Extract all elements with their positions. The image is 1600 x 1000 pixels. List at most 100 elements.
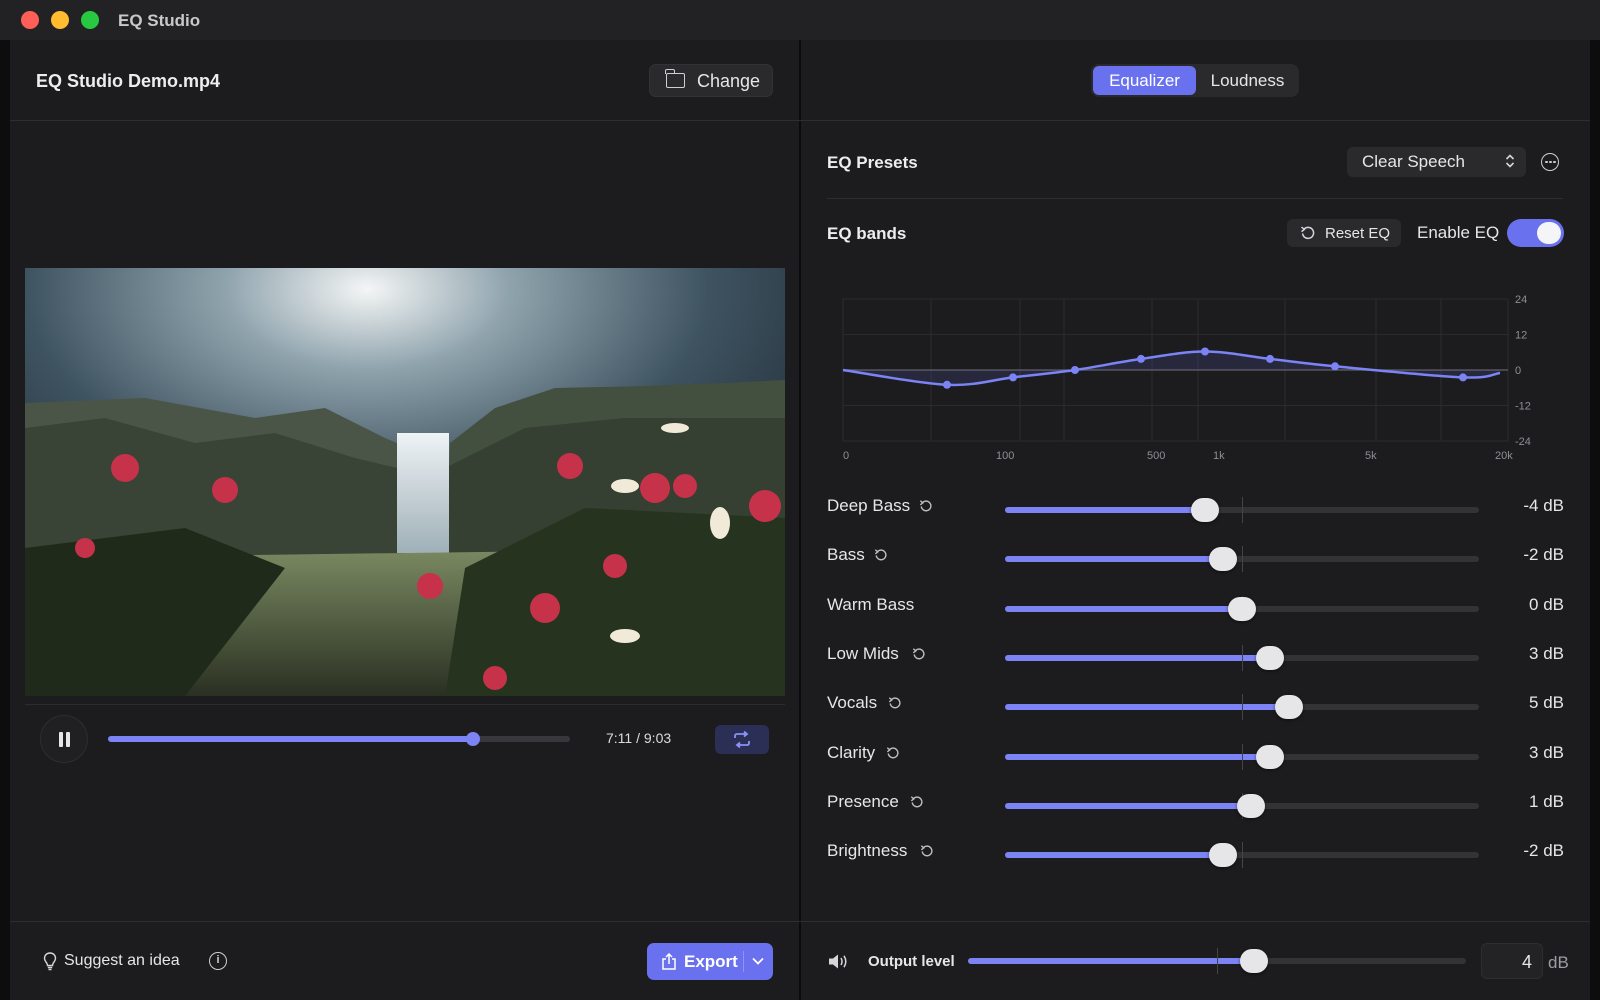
graph-x-tick: 5k — [1365, 450, 1377, 462]
output-level-center — [1217, 948, 1218, 974]
band-slider-center — [1242, 694, 1243, 720]
band-slider-knob[interactable] — [1237, 794, 1266, 818]
graph-y-tick: 12 — [1515, 330, 1527, 342]
band-slider[interactable] — [1005, 596, 1479, 622]
output-level-slider[interactable] — [968, 948, 1466, 974]
graph-x-tick: 1k — [1213, 450, 1225, 462]
band-label: Vocals — [827, 693, 878, 712]
band-label: Warm Bass — [827, 595, 915, 614]
eq-band-point — [1459, 373, 1467, 382]
output-level-fill — [968, 958, 1255, 964]
progress-fill — [108, 736, 473, 742]
band-label: Presence — [827, 792, 899, 811]
band-slider-knob[interactable] — [1209, 843, 1238, 867]
band-value: 0 dB — [1529, 595, 1564, 614]
band-slider-knob[interactable] — [1209, 547, 1238, 571]
reset-icon — [1301, 226, 1315, 240]
band-slider-knob[interactable] — [1274, 695, 1303, 719]
export-button[interactable]: Export — [647, 943, 773, 980]
band-slider-fill — [1005, 507, 1205, 513]
graph-x-tick: 500 — [1147, 450, 1165, 462]
band-slider-fill — [1005, 754, 1270, 760]
band-slider-knob[interactable] — [1190, 498, 1219, 522]
band-slider[interactable] — [1005, 744, 1479, 770]
band-reset-icon[interactable] — [910, 795, 924, 814]
more-icon[interactable] — [1541, 153, 1559, 171]
band-slider[interactable] — [1005, 645, 1479, 671]
preset-select[interactable]: Clear Speech — [1347, 147, 1526, 177]
output-level-field[interactable]: 4 — [1481, 943, 1543, 979]
band-reset-icon[interactable] — [919, 499, 933, 518]
time-display: 7:11 / 9:03 — [606, 730, 671, 746]
band-slider-fill — [1005, 606, 1242, 612]
progress-knob[interactable] — [465, 732, 480, 746]
eq-band-point — [943, 380, 951, 389]
eq-band-point — [1331, 362, 1339, 371]
pause-button[interactable] — [40, 715, 88, 763]
band-reset-icon[interactable] — [886, 746, 900, 765]
export-icon — [662, 953, 676, 970]
band-label: Bass — [827, 545, 865, 564]
video-frame — [25, 268, 785, 696]
divider — [827, 198, 1563, 199]
band-label: Clarity — [827, 743, 876, 762]
tab-equalizer[interactable]: Equalizer — [1093, 66, 1196, 95]
chevron-down-icon[interactable] — [751, 954, 765, 968]
band-value: 3 dB — [1529, 644, 1564, 663]
band-reset-icon[interactable] — [888, 696, 902, 715]
band-slider-center — [1242, 744, 1243, 770]
band-slider-center — [1242, 842, 1243, 868]
close-window-button[interactable] — [21, 11, 39, 29]
band-slider-fill — [1005, 704, 1289, 710]
band-reset-icon[interactable] — [912, 647, 926, 666]
band-slider-knob[interactable] — [1228, 597, 1256, 621]
band-slider-knob[interactable] — [1255, 745, 1284, 769]
output-level-value: 4 — [1521, 952, 1532, 972]
time-current: 7:11 — [606, 730, 633, 746]
change-file-label: Change — [697, 71, 761, 91]
lightbulb-icon — [43, 952, 57, 971]
eq-presets-title: EQ Presets — [827, 153, 918, 172]
band-reset-icon[interactable] — [920, 844, 934, 863]
eq-curve-graph[interactable]: 24 12 0 -12 -24 0 100 500 1k 5k 20k — [835, 290, 1535, 470]
enable-eq-toggle[interactable] — [1507, 219, 1564, 247]
band-value: -4 dB — [1523, 496, 1564, 515]
band-value: 3 dB — [1529, 743, 1564, 762]
band-label: Brightness — [827, 841, 908, 860]
graph-y-tick: 0 — [1515, 365, 1521, 377]
time-total: 9:03 — [643, 730, 672, 746]
band-slider[interactable] — [1005, 793, 1479, 819]
output-level-knob[interactable] — [1240, 949, 1269, 973]
preset-selected-value: Clear Speech — [1362, 152, 1466, 171]
pane-divider[interactable] — [799, 40, 801, 1000]
band-slider[interactable] — [1005, 694, 1479, 720]
graph-y-tick: -24 — [1515, 436, 1531, 448]
band-slider[interactable] — [1005, 497, 1479, 523]
change-file-button[interactable]: Change — [649, 64, 773, 97]
enable-eq-label: Enable EQ — [1417, 223, 1500, 242]
output-level-label: Output level — [868, 953, 955, 970]
band-reset-icon[interactable] — [874, 548, 888, 567]
time-separator: / — [636, 730, 640, 746]
loop-icon — [734, 731, 750, 748]
band-label: Deep Bass — [827, 496, 911, 515]
tab-loudness[interactable]: Loudness — [1198, 66, 1297, 95]
minimize-window-button[interactable] — [51, 11, 69, 29]
band-slider[interactable] — [1005, 546, 1479, 572]
info-icon[interactable]: i — [209, 952, 227, 970]
band-slider-fill — [1005, 852, 1224, 858]
band-slider[interactable] — [1005, 842, 1479, 868]
reset-eq-button[interactable]: Reset EQ — [1287, 219, 1401, 247]
maximize-window-button[interactable] — [81, 11, 99, 29]
output-level-unit: dB — [1548, 953, 1569, 972]
band-value: 5 dB — [1529, 693, 1564, 712]
band-slider-fill — [1005, 655, 1270, 661]
divider — [800, 921, 1590, 922]
loop-button[interactable] — [715, 725, 769, 754]
band-slider-knob[interactable] — [1255, 646, 1284, 670]
title-bar: EQ Studio — [0, 0, 1600, 40]
suggest-idea-link[interactable]: Suggest an idea — [64, 952, 180, 970]
video-preview[interactable] — [25, 268, 785, 696]
playback-progress-slider[interactable] — [108, 732, 570, 746]
file-name: EQ Studio Demo.mp4 — [36, 71, 221, 91]
